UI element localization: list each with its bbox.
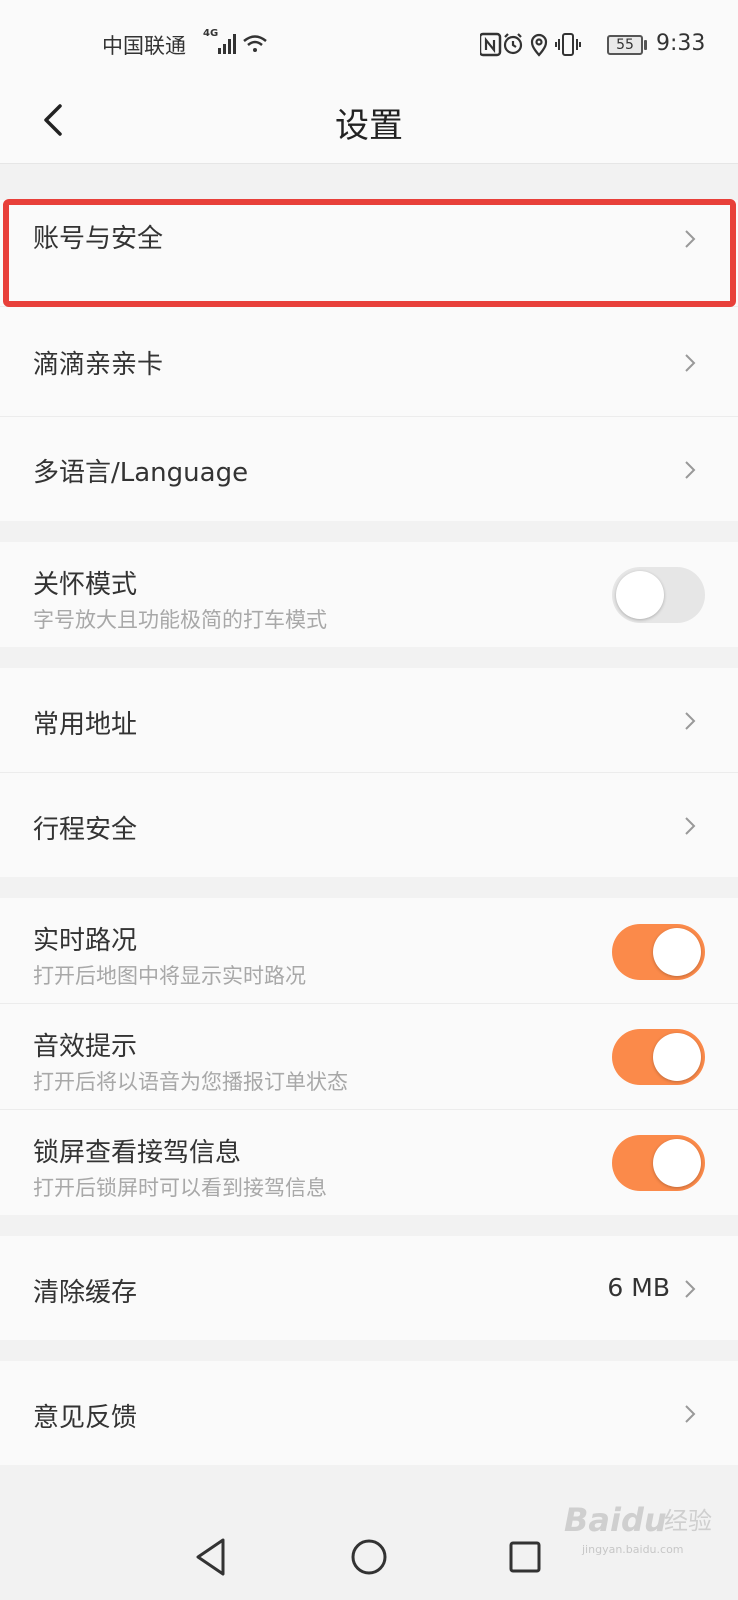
care-mode-item: 关怀模式 字号放大且功能极简的打车模式 <box>0 542 738 647</box>
baidu-watermark: Baidu 经验 jingyan.baidu.com <box>564 1497 714 1557</box>
common-address-label: 常用地址 <box>33 710 138 740</box>
lockscreen-info-item: 锁屏查看接驾信息 打开后锁屏时可以看到接驾信息 <box>0 1110 738 1215</box>
toggle-knob <box>616 571 664 619</box>
trip-safety-item[interactable]: 行程安全 <box>0 773 738 877</box>
status-bar: 中国联通 4G 55 9:33 <box>0 0 738 88</box>
chevron-right-icon <box>685 461 696 479</box>
clear-cache-label: 清除缓存 <box>33 1278 138 1308</box>
sound-prompt-label: 音效提示 <box>33 1032 138 1062</box>
sound-prompt-toggle[interactable] <box>612 1029 705 1085</box>
alarm-icon <box>503 33 523 55</box>
chevron-right-icon <box>685 712 696 730</box>
chevron-right-icon <box>685 817 696 835</box>
care-mode-description: 字号放大且功能极简的打车模式 <box>33 608 327 632</box>
language-item[interactable]: 多语言/Language <box>0 417 738 521</box>
realtime-traffic-item: 实时路况 打开后地图中将显示实时路况 <box>0 898 738 1003</box>
signal-wifi-icons <box>218 34 267 54</box>
home-circle-icon[interactable] <box>350 1538 388 1576</box>
signal-icon <box>218 34 236 54</box>
feedback-label: 意见反馈 <box>33 1403 138 1433</box>
highlight-box <box>3 199 736 307</box>
carrier-name: 中国联通 <box>102 34 186 58</box>
feedback-item[interactable]: 意见反馈 <box>0 1361 738 1465</box>
realtime-traffic-label: 实时路况 <box>33 926 138 956</box>
battery-icon: 55 <box>607 35 643 55</box>
chevron-right-icon <box>685 354 696 372</box>
care-mode-label: 关怀模式 <box>33 570 138 600</box>
care-mode-toggle[interactable] <box>612 567 705 623</box>
clear-cache-item[interactable]: 清除缓存 6 MB <box>0 1236 738 1340</box>
status-right-icons <box>480 32 581 57</box>
chevron-right-icon <box>685 1405 696 1423</box>
toggle-knob <box>653 1033 701 1081</box>
watermark-brand: Baidu <box>564 1501 667 1539</box>
location-icon <box>530 33 548 57</box>
common-address-item[interactable]: 常用地址 <box>0 668 738 772</box>
language-label: 多语言/Language <box>33 458 249 488</box>
battery-tip <box>644 40 647 50</box>
network-type: 4G <box>203 28 219 39</box>
trip-safety-label: 行程安全 <box>33 815 138 845</box>
toggle-knob <box>653 928 701 976</box>
recents-square-icon[interactable] <box>508 1540 542 1574</box>
didi-family-card-item[interactable]: 滴滴亲亲卡 <box>0 307 738 416</box>
didi-family-card-label: 滴滴亲亲卡 <box>33 350 164 380</box>
lockscreen-info-description: 打开后锁屏时可以看到接驾信息 <box>33 1176 327 1200</box>
chevron-right-icon <box>685 1280 696 1298</box>
watermark-url: jingyan.baidu.com <box>582 1543 684 1556</box>
sound-prompt-item: 音效提示 打开后将以语音为您播报订单状态 <box>0 1004 738 1109</box>
back-triangle-icon[interactable] <box>193 1536 229 1578</box>
toggle-knob <box>653 1139 701 1187</box>
watermark-cn: 经验 <box>664 1507 712 1535</box>
lockscreen-info-label: 锁屏查看接驾信息 <box>33 1138 242 1168</box>
vibrate-icon <box>555 33 581 56</box>
cache-size-value: 6 MB <box>607 1273 670 1302</box>
realtime-traffic-toggle[interactable] <box>612 924 705 980</box>
lockscreen-info-toggle[interactable] <box>612 1135 705 1191</box>
sound-prompt-description: 打开后将以语音为您播报订单状态 <box>33 1070 348 1094</box>
nfc-icon <box>480 32 502 57</box>
header: 设置 <box>0 88 738 164</box>
clock: 9:33 <box>656 31 706 56</box>
realtime-traffic-description: 打开后地图中将显示实时路况 <box>33 964 306 988</box>
wifi-icon <box>243 35 267 52</box>
page-title: 设置 <box>335 106 403 146</box>
